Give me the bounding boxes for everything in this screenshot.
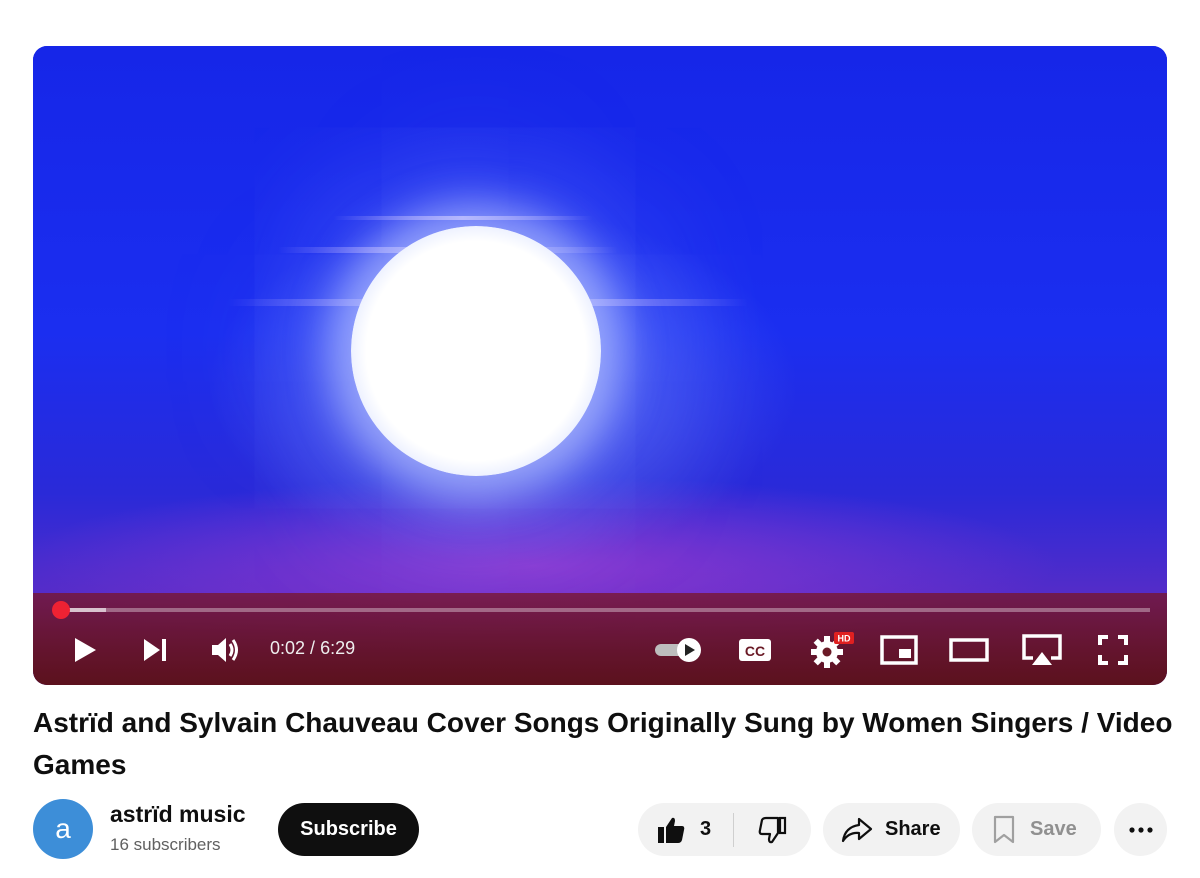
autoplay-toggle-icon [655,638,701,662]
avatar-letter: a [55,813,71,844]
hd-badge: HD [838,634,851,644]
current-time: 0:02 [270,638,306,658]
like-count: 3 [700,818,712,840]
video-title: Astrïd and Sylvain Chauveau Cover Songs … [33,707,1173,780]
controls-bar [33,593,1167,685]
like-dislike-group: 3 [638,803,811,856]
time-separator: / [305,638,321,658]
share-button[interactable]: Share [823,803,960,856]
share-icon [841,817,873,842]
captions-button[interactable]: CC [735,629,775,671]
skip-next-icon [144,639,166,661]
closed-captions-icon: CC [739,639,771,661]
play-icon [75,638,96,662]
time-display: 0:02 / 6:29 [270,638,355,659]
channel-name[interactable]: astrïd music [110,801,246,828]
fullscreen-icon [1098,635,1128,665]
miniplayer-button[interactable] [878,629,920,671]
thumbs-up-icon [658,817,685,843]
cc-label: CC [745,643,765,659]
theater-mode-button[interactable] [947,629,991,671]
thumbs-down-icon [758,816,786,843]
more-actions-button[interactable] [1114,803,1167,856]
video-sun-glow [351,226,601,476]
save-label: Save [1030,818,1077,840]
subscriber-count: 16 subscribers [110,835,221,854]
settings-button[interactable]: HD [805,629,857,671]
volume-icon [212,638,238,662]
duration: 6:29 [320,638,356,658]
share-label: Share [885,818,941,840]
airplay-button[interactable] [1019,629,1065,671]
bookmark-icon [993,815,1015,843]
save-button[interactable]: Save [972,803,1101,856]
miniplayer-icon [880,635,918,665]
gear-icon: HD [811,632,854,668]
more-horizontal-icon [1128,826,1153,833]
progress-bar[interactable] [52,601,1150,619]
fullscreen-button[interactable] [1093,629,1133,671]
like-button[interactable]: 3 [638,803,733,856]
autoplay-toggle[interactable] [651,629,707,671]
theater-mode-icon [949,638,989,662]
next-button[interactable] [137,629,173,671]
play-button[interactable] [67,629,103,671]
subscribe-button[interactable]: Subscribe [278,803,419,856]
video-frame[interactable] [33,46,1167,685]
channel-avatar[interactable]: a [33,799,93,859]
video-player[interactable]: 0:02 / 6:29 CC HD [33,46,1167,685]
airplay-icon [1022,634,1062,665]
volume-button[interactable] [206,629,246,671]
dislike-button[interactable] [734,803,811,856]
